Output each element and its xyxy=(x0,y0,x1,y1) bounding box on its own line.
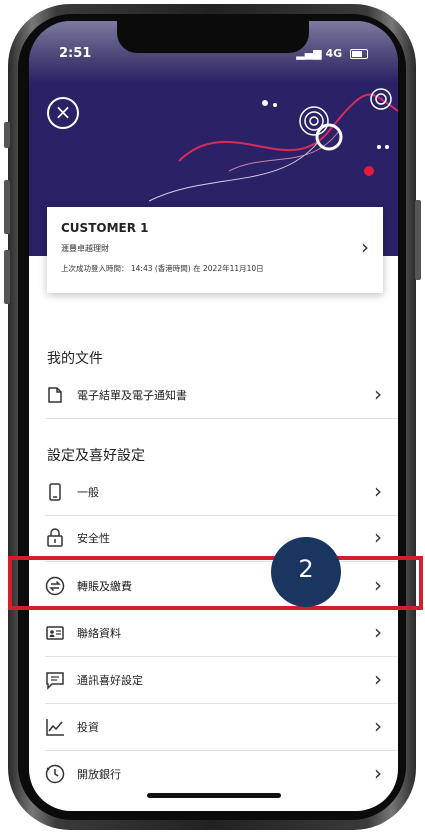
menu-item-open-banking[interactable]: 開放銀行 › xyxy=(29,752,398,798)
chevron-right-icon: › xyxy=(374,525,382,549)
lock-icon xyxy=(47,528,63,547)
section-title-settings: 設定及喜好設定 xyxy=(47,448,145,464)
status-time: 2:51 xyxy=(59,46,92,61)
customer-name: CUSTOMER 1 xyxy=(61,221,149,235)
status-indicators: ▂▄▆ 4G xyxy=(296,47,368,60)
menu-item-general[interactable]: 一般 › xyxy=(29,470,398,516)
battery-icon xyxy=(350,49,368,59)
menu-item-label: 開放銀行 xyxy=(77,768,121,781)
highlight-box xyxy=(8,556,423,610)
chevron-right-icon: › xyxy=(374,382,382,406)
customer-tier: 滙豐卓越理財 xyxy=(61,244,109,253)
app-screen: 2:51 ▂▄▆ 4G × CUSTOMER 1 滙豐卓越理財 上次成功登入時間… xyxy=(29,21,398,811)
close-button[interactable]: × xyxy=(47,97,79,129)
menu-item-label: 電子結單及電子通知書 xyxy=(77,389,187,402)
chevron-right-icon: › xyxy=(374,714,382,738)
signal-icon: ▂▄▆ xyxy=(296,47,322,60)
menu-item-communication-preferences[interactable]: 通訊喜好設定 › xyxy=(29,658,398,704)
close-icon: × xyxy=(54,100,72,124)
chevron-right-icon: › xyxy=(361,235,369,259)
menu-item-label: 一般 xyxy=(77,486,99,499)
divider xyxy=(45,418,398,419)
contact-card-icon xyxy=(46,626,64,640)
chart-icon xyxy=(46,719,64,736)
divider xyxy=(45,750,398,751)
step-badge: 2 xyxy=(271,537,341,607)
side-button-left-1 xyxy=(4,122,10,148)
menu-item-label: 投資 xyxy=(77,721,99,734)
message-icon xyxy=(46,672,64,690)
menu-item-label: 聯絡資料 xyxy=(77,627,121,640)
chevron-right-icon: › xyxy=(374,667,382,691)
chevron-right-icon: › xyxy=(374,620,382,644)
open-banking-icon xyxy=(45,764,65,784)
menu-item-label: 安全性 xyxy=(77,532,110,545)
last-login-text: 上次成功登入時間： 14:43 (香港時間) 在 2022年11月10日 xyxy=(61,264,264,273)
divider xyxy=(45,656,398,657)
side-button-left-2 xyxy=(4,180,10,234)
menu-item-statements[interactable]: 電子結單及電子通知書 › xyxy=(29,373,398,419)
chevron-right-icon: › xyxy=(374,479,382,503)
network-label: 4G xyxy=(325,47,343,60)
account-card[interactable]: CUSTOMER 1 滙豐卓越理財 上次成功登入時間： 14:43 (香港時間)… xyxy=(47,207,383,293)
section-title-my-documents: 我的文件 xyxy=(47,351,103,367)
chevron-right-icon: › xyxy=(374,761,382,785)
divider xyxy=(45,703,398,704)
home-indicator xyxy=(147,793,281,798)
phone-icon xyxy=(49,483,61,501)
side-button-right xyxy=(415,200,421,280)
camera-notch xyxy=(117,21,309,53)
side-button-left-3 xyxy=(4,250,10,304)
document-icon xyxy=(48,387,62,403)
menu-item-investments[interactable]: 投資 › xyxy=(29,705,398,751)
menu-item-label: 通訊喜好設定 xyxy=(77,674,143,687)
menu-item-contact-details[interactable]: 聯絡資料 › xyxy=(29,611,398,657)
